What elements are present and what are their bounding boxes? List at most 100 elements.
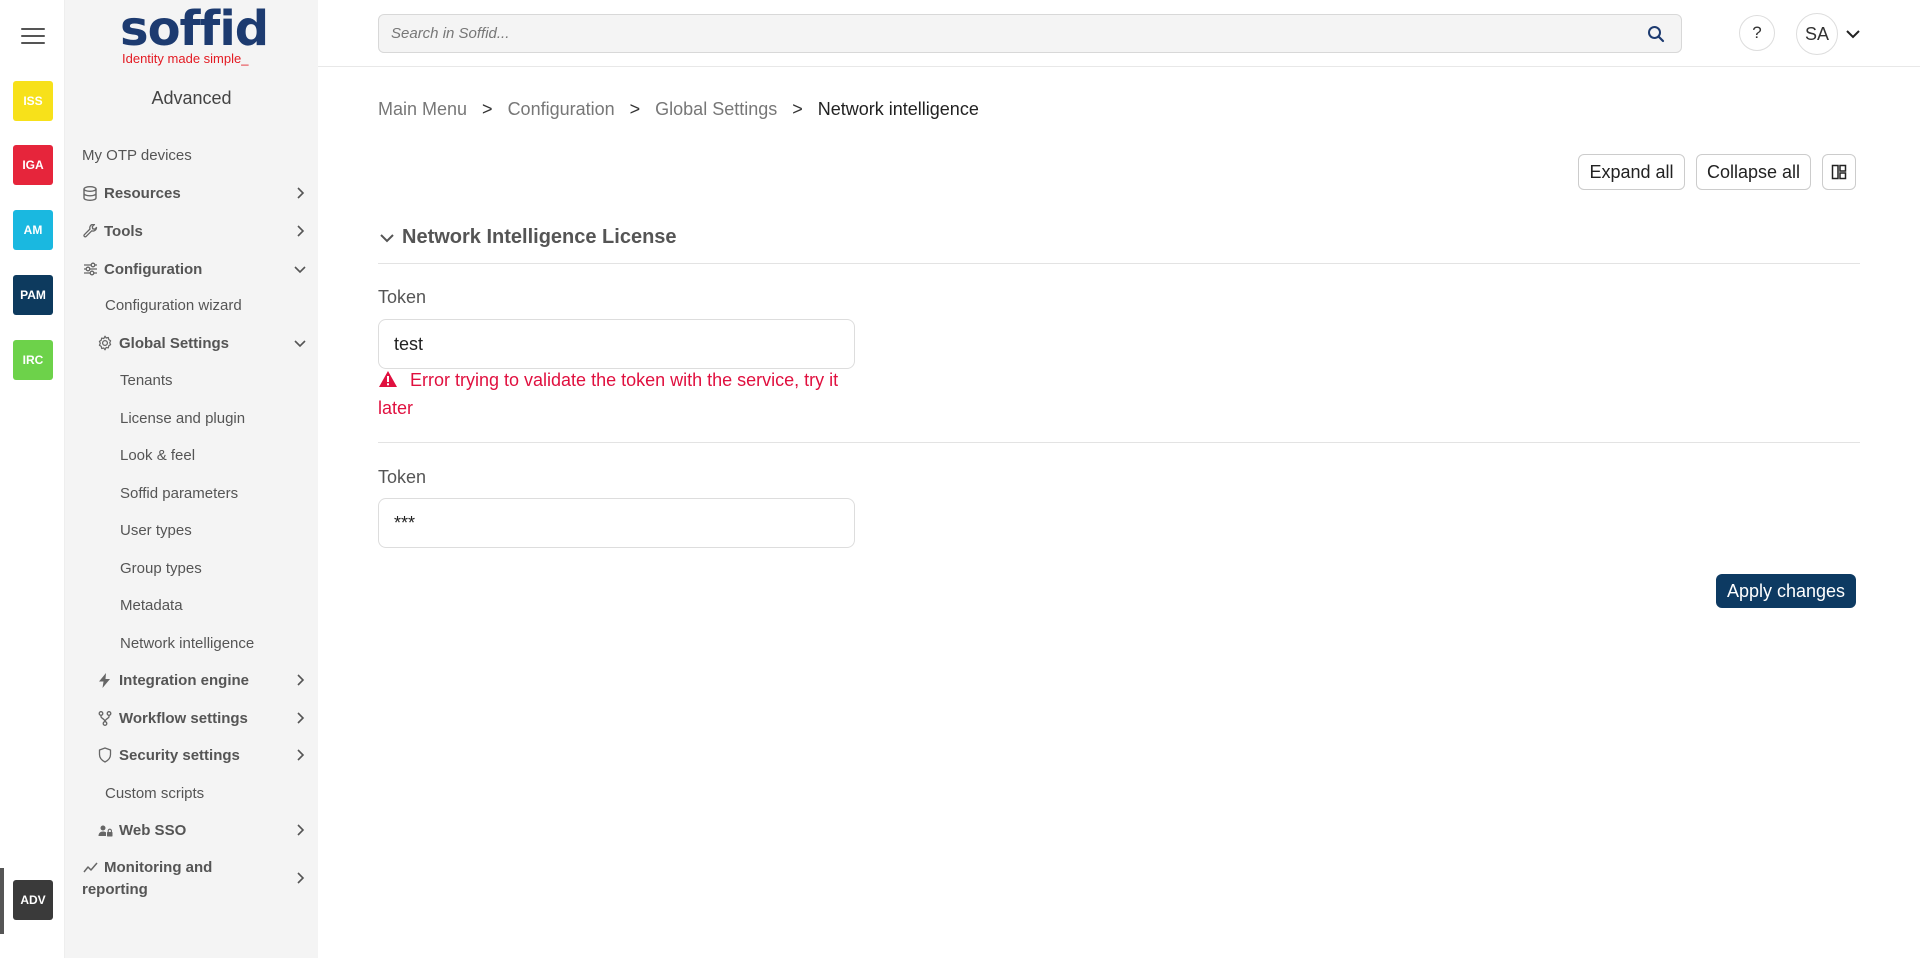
chart-line-icon bbox=[82, 860, 98, 876]
field-divider bbox=[378, 442, 1860, 443]
chevron-right-icon bbox=[297, 872, 305, 884]
fork-icon bbox=[97, 710, 113, 726]
app-pam-label: PAM bbox=[20, 288, 46, 302]
search-icon[interactable] bbox=[1647, 25, 1665, 43]
chevron-right-icon bbox=[297, 712, 305, 724]
sidebar-item-label: Tools bbox=[104, 222, 143, 240]
sidebar-item-label: Configuration bbox=[104, 260, 203, 278]
section-divider bbox=[378, 263, 1860, 264]
app-adv-button[interactable]: ADV bbox=[13, 880, 53, 920]
app-am-button[interactable]: AM bbox=[13, 210, 53, 250]
sidebar-item-license-and-plugin[interactable]: License and plugin bbox=[65, 403, 318, 433]
sidebar-item-label: Configuration wizard bbox=[105, 296, 242, 314]
sidebar-item-tenants[interactable]: Tenants bbox=[65, 365, 318, 395]
sidebar-item-global-settings[interactable]: Global Settings bbox=[65, 328, 318, 358]
chevron-right-icon bbox=[297, 225, 305, 237]
app-irc-label: IRC bbox=[22, 353, 44, 367]
sidebar-item-metadata[interactable]: Metadata bbox=[65, 590, 318, 620]
apply-changes-button[interactable]: Apply changes bbox=[1716, 574, 1856, 608]
top-bar: ? SA bbox=[318, 0, 1920, 67]
expand-all-button[interactable]: Expand all bbox=[1578, 154, 1685, 190]
layout-grid-icon bbox=[1831, 164, 1847, 180]
breadcrumb-separator: > bbox=[792, 99, 803, 119]
app-iga-label: IGA bbox=[22, 158, 44, 172]
soffid-logo[interactable]: soffid Identity made simple_ bbox=[120, 2, 270, 68]
sidebar: soffid Identity made simple_ Advanced My… bbox=[65, 0, 318, 958]
app-iga-button[interactable]: IGA bbox=[13, 145, 53, 185]
sidebar-item-label: License and plugin bbox=[120, 409, 246, 427]
app-am-label: AM bbox=[23, 223, 43, 237]
token-label: Token bbox=[378, 287, 427, 307]
sidebar-item-label: Soffid parameters bbox=[120, 484, 239, 502]
sidebar-item-look-and-feel[interactable]: Look & feel bbox=[65, 440, 318, 470]
avatar[interactable]: SA bbox=[1796, 13, 1838, 55]
app-iss-button[interactable]: ISS bbox=[13, 81, 53, 121]
sidebar-item-label-group: Monitoring and reporting bbox=[82, 857, 212, 901]
sidebar-item-configuration-wizard[interactable]: Configuration wizard bbox=[65, 290, 318, 320]
sidebar-item-label-line2: reporting bbox=[82, 881, 148, 898]
warning-icon bbox=[379, 371, 397, 387]
token-label-2: Token bbox=[378, 467, 427, 487]
sidebar-item-resources[interactable]: Resources bbox=[65, 178, 318, 208]
breadcrumb: Main Menu > Configuration > Global Setti… bbox=[378, 99, 979, 120]
sidebar-item-label: Look & feel bbox=[120, 446, 196, 464]
sidebar-item-label: User types bbox=[120, 521, 192, 539]
app-pam-button[interactable]: PAM bbox=[13, 275, 53, 315]
token-field-2[interactable] bbox=[378, 498, 855, 548]
sidebar-item-security-settings[interactable]: Security settings bbox=[65, 740, 318, 770]
app-irc-button[interactable]: IRC bbox=[13, 340, 53, 380]
sliders-icon bbox=[82, 261, 98, 277]
chevron-right-icon bbox=[297, 824, 305, 836]
breadcrumb-main-menu[interactable]: Main Menu bbox=[378, 99, 467, 120]
sidebar-item-label: Web SSO bbox=[119, 821, 187, 839]
help-button[interactable]: ? bbox=[1739, 15, 1775, 51]
sidebar-item-label: Resources bbox=[104, 184, 181, 202]
chevron-down-icon bbox=[294, 340, 306, 348]
sidebar-item-soffid-parameters[interactable]: Soffid parameters bbox=[65, 478, 318, 508]
breadcrumb-separator: > bbox=[482, 99, 493, 119]
chevron-right-icon bbox=[297, 187, 305, 199]
chevron-down-icon[interactable] bbox=[1845, 27, 1861, 41]
error-text: Error trying to validate the token with … bbox=[378, 370, 839, 418]
collapse-all-button[interactable]: Collapse all bbox=[1696, 154, 1811, 190]
sidebar-item-tools[interactable]: Tools bbox=[65, 216, 318, 246]
sidebar-item-label: My OTP devices bbox=[82, 146, 192, 164]
shield-icon bbox=[97, 747, 113, 763]
sidebar-item-user-types[interactable]: User types bbox=[65, 515, 318, 545]
section-title: Network Intelligence License bbox=[402, 226, 677, 248]
sidebar-item-network-intelligence[interactable]: Network intelligence bbox=[65, 628, 318, 658]
search-input[interactable] bbox=[379, 15, 1619, 52]
sidebar-title: Advanced bbox=[151, 88, 232, 108]
sidebar-item-monitoring-and-reporting[interactable]: Monitoring and reporting bbox=[65, 857, 318, 901]
sidebar-item-custom-scripts[interactable]: Custom scripts bbox=[65, 778, 318, 808]
database-icon bbox=[82, 185, 98, 201]
chevron-right-icon bbox=[297, 674, 305, 686]
sidebar-item-group-types[interactable]: Group types bbox=[65, 553, 318, 583]
sidebar-item-label: Group types bbox=[120, 559, 202, 577]
chevron-down-icon bbox=[294, 266, 306, 274]
breadcrumb-global-settings[interactable]: Global Settings bbox=[655, 99, 777, 120]
logo-tagline: Identity made simple_ bbox=[122, 51, 249, 66]
layout-toggle-button[interactable] bbox=[1822, 154, 1856, 190]
sidebar-item-label: Custom scripts bbox=[105, 784, 205, 802]
search-box bbox=[378, 14, 1682, 53]
sidebar-item-configuration[interactable]: Configuration bbox=[65, 254, 318, 284]
sidebar-item-integration-engine[interactable]: Integration engine bbox=[65, 665, 318, 695]
breadcrumb-configuration[interactable]: Configuration bbox=[508, 99, 615, 120]
hamburger-menu-icon[interactable] bbox=[21, 28, 45, 46]
sidebar-item-web-sso[interactable]: Web SSO bbox=[65, 815, 318, 845]
sidebar-item-label: Integration engine bbox=[119, 671, 250, 689]
bolt-icon bbox=[97, 672, 113, 688]
chevron-right-icon bbox=[297, 749, 305, 761]
sidebar-item-label: Monitoring and bbox=[104, 859, 213, 876]
sidebar-item-label: Global Settings bbox=[119, 334, 230, 352]
user-lock-icon bbox=[97, 822, 113, 838]
logo-word: soffid bbox=[120, 1, 269, 57]
sidebar-item-label: Tenants bbox=[120, 371, 173, 389]
avatar-initials: SA bbox=[1804, 23, 1829, 44]
sidebar-item-workflow-settings[interactable]: Workflow settings bbox=[65, 703, 318, 733]
section-header[interactable]: Network Intelligence License bbox=[378, 226, 677, 249]
chevron-down-icon bbox=[380, 233, 394, 242]
token-field[interactable] bbox=[378, 319, 855, 369]
sidebar-item-my-otp-devices[interactable]: My OTP devices bbox=[65, 140, 318, 170]
